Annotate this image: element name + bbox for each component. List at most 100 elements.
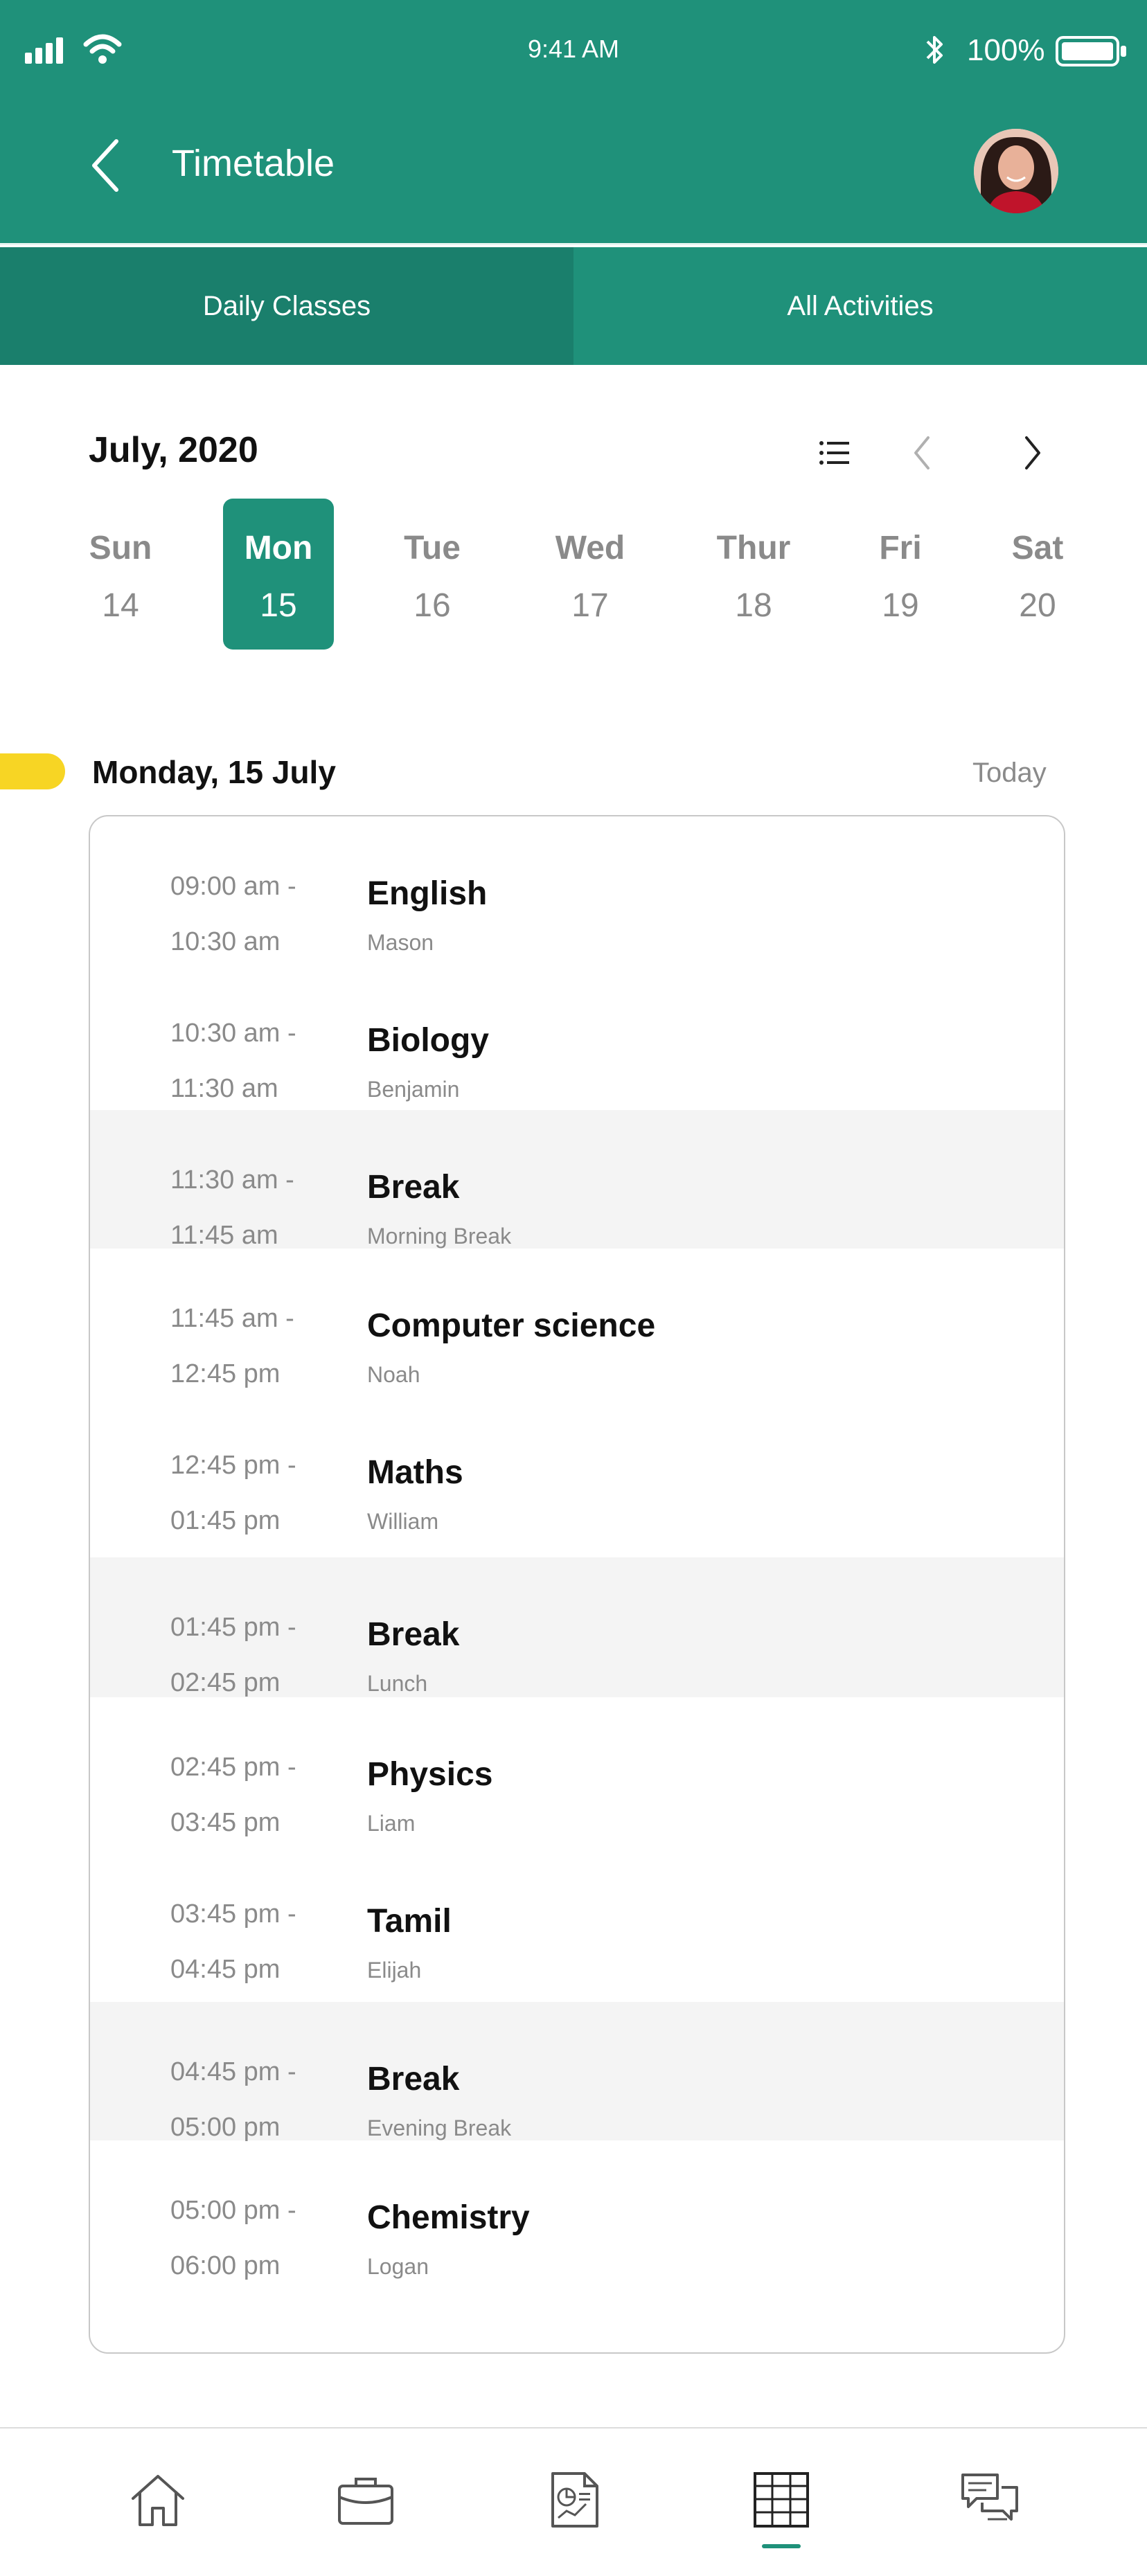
end-time: 06:00 pm xyxy=(170,2251,281,2280)
bottom-nav-divider xyxy=(0,2427,1147,2429)
teacher-name: Liam xyxy=(367,1811,416,1836)
subject-name: Computer science xyxy=(367,1307,656,1344)
subject-name: Break xyxy=(367,2061,460,2098)
battery-icon xyxy=(1056,36,1126,66)
list-view-icon[interactable] xyxy=(817,439,852,467)
teacher-name: Mason xyxy=(367,930,434,955)
day-date: 15 xyxy=(260,587,297,624)
start-time: 09:00 am - xyxy=(170,872,296,901)
day-name: Wed xyxy=(555,530,625,566)
day-date: 14 xyxy=(102,587,139,624)
chevron-left-icon[interactable] xyxy=(912,435,932,471)
schedule-row-evening-break[interactable]: 04:45 pm - 05:00 pm Break Evening Break xyxy=(90,2002,1064,2142)
schedule-date-heading: Monday, 15 July xyxy=(92,754,336,790)
end-time: 10:30 am xyxy=(170,927,281,956)
day-name: Thur xyxy=(716,530,791,566)
tab-daily-classes[interactable]: Daily Classes xyxy=(0,247,574,365)
day-wed[interactable]: Wed 17 xyxy=(535,499,646,650)
end-time: 05:00 pm xyxy=(170,2113,281,2142)
schedule-row-tamil[interactable]: 03:45 pm - 04:45 pm Tamil Elijah xyxy=(90,1844,1064,1991)
nav-chat[interactable] xyxy=(956,2467,1022,2533)
day-tue[interactable]: Tue 16 xyxy=(377,499,488,650)
report-icon xyxy=(551,2472,598,2528)
day-name: Sat xyxy=(1011,530,1064,566)
teacher-name: Evening Break xyxy=(367,2116,512,2140)
section-marker xyxy=(0,753,65,789)
nav-briefcase[interactable] xyxy=(332,2467,399,2533)
day-name: Sun xyxy=(89,530,152,566)
subject-name: Maths xyxy=(367,1454,463,1491)
schedule-row-biology[interactable]: 10:30 am - 11:30 am Biology Benjamin xyxy=(90,963,1064,1110)
subject-name: English xyxy=(367,875,488,912)
bluetooth-icon xyxy=(926,36,943,64)
teacher-name: William xyxy=(367,1509,439,1534)
avatar[interactable] xyxy=(974,129,1058,213)
start-time: 04:45 pm - xyxy=(170,2057,296,2086)
day-date: 17 xyxy=(571,587,609,624)
teacher-name: Logan xyxy=(367,2254,429,2279)
teacher-name: Lunch xyxy=(367,1671,428,1696)
day-sat[interactable]: Sat 20 xyxy=(982,499,1093,650)
schedule-row-english[interactable]: 09:00 am - 10:30 am English Mason xyxy=(90,816,1064,963)
end-time: 12:45 pm xyxy=(170,1359,281,1388)
page-title: Timetable xyxy=(172,143,335,184)
start-time: 02:45 pm - xyxy=(170,1753,296,1782)
subject-name: Chemistry xyxy=(367,2199,530,2236)
back-arrow-icon[interactable] xyxy=(86,136,127,195)
start-time: 03:45 pm - xyxy=(170,1899,296,1929)
schedule-row-maths[interactable]: 12:45 pm - 01:45 pm Maths William xyxy=(90,1395,1064,1542)
end-time: 02:45 pm xyxy=(170,1668,281,1697)
day-name: Fri xyxy=(879,530,922,566)
subject-name: Break xyxy=(367,1169,460,1206)
day-name: Mon xyxy=(244,530,313,566)
today-label: Today xyxy=(972,758,1047,788)
end-time: 11:45 am xyxy=(170,1221,278,1250)
start-time: 11:45 am - xyxy=(170,1304,294,1333)
schedule-row-physics[interactable]: 02:45 pm - 03:45 pm Physics Liam xyxy=(90,1697,1064,1844)
day-date: 20 xyxy=(1019,587,1056,624)
schedule-row-chemistry[interactable]: 05:00 pm - 06:00 pm Chemistry Logan xyxy=(90,2140,1064,2287)
header-divider xyxy=(0,243,1147,245)
schedule-card: 09:00 am - 10:30 am English Mason 10:30 … xyxy=(89,815,1065,2354)
month-label: July, 2020 xyxy=(89,430,258,470)
tab-all-activities[interactable]: All Activities xyxy=(574,247,1147,365)
start-time: 01:45 pm - xyxy=(170,1613,296,1642)
day-fri[interactable]: Fri 19 xyxy=(845,499,956,650)
nav-home[interactable] xyxy=(125,2467,191,2533)
subject-name: Physics xyxy=(367,1756,493,1793)
start-time: 05:00 pm - xyxy=(170,2196,296,2225)
start-time: 11:30 am - xyxy=(170,1165,294,1195)
schedule-row-morning-break[interactable]: 11:30 am - 11:45 am Break Morning Break xyxy=(90,1110,1064,1250)
teacher-name: Noah xyxy=(367,1362,420,1387)
end-time: 01:45 pm xyxy=(170,1506,281,1535)
day-date: 18 xyxy=(735,587,772,624)
nav-report[interactable] xyxy=(540,2467,607,2533)
end-time: 03:45 pm xyxy=(170,1808,281,1837)
timetable-icon xyxy=(754,2472,809,2528)
teacher-name: Morning Break xyxy=(367,1224,512,1249)
subject-name: Tamil xyxy=(367,1903,452,1940)
home-icon xyxy=(132,2475,184,2526)
subject-name: Break xyxy=(367,1616,460,1653)
start-time: 12:45 pm - xyxy=(170,1451,296,1480)
schedule-row-computer-science[interactable]: 11:45 am - 12:45 pm Computer science Noa… xyxy=(90,1249,1064,1395)
subject-name: Biology xyxy=(367,1022,489,1059)
chevron-right-icon[interactable] xyxy=(1022,435,1043,471)
schedule-row-lunch-break[interactable]: 01:45 pm - 02:45 pm Break Lunch xyxy=(90,1557,1064,1697)
chat-icon xyxy=(961,2474,1018,2521)
nav-timetable[interactable] xyxy=(748,2467,815,2533)
end-time: 11:30 am xyxy=(170,1074,278,1103)
start-time: 10:30 am - xyxy=(170,1019,296,1048)
teacher-name: Benjamin xyxy=(367,1077,460,1102)
day-name: Tue xyxy=(404,530,461,566)
active-tab-indicator xyxy=(762,2544,801,2548)
day-mon-selected[interactable]: Mon 15 xyxy=(223,499,334,650)
day-date: 16 xyxy=(414,587,451,624)
briefcase-icon xyxy=(338,2478,393,2525)
day-sun[interactable]: Sun 14 xyxy=(65,499,176,650)
battery-percent: 100% xyxy=(967,33,1045,67)
end-time: 04:45 pm xyxy=(170,1955,281,1984)
day-thur[interactable]: Thur 18 xyxy=(698,499,809,650)
teacher-name: Elijah xyxy=(367,1958,422,1983)
day-date: 19 xyxy=(882,587,919,624)
